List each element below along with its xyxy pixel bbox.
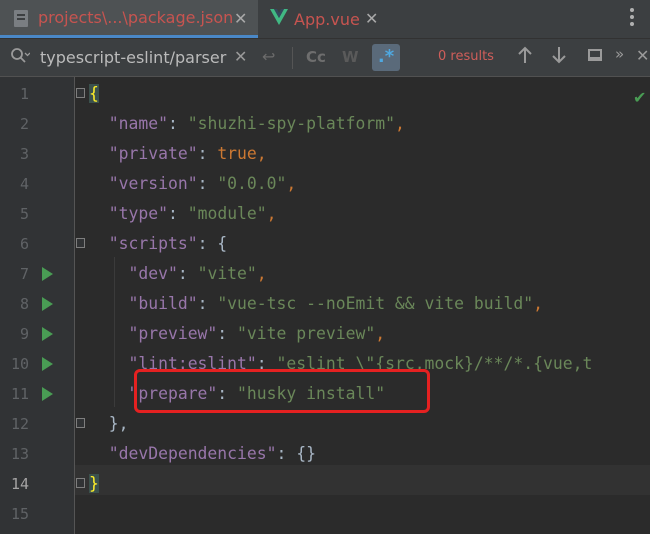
json-string: "module" (187, 204, 267, 223)
brace: }, (108, 414, 129, 433)
json-key: "preview" (128, 324, 218, 343)
json-boolean: true (217, 144, 257, 163)
line-number: 15 (10, 505, 29, 523)
code-line: 9 "preview": "vite preview", (0, 319, 650, 349)
line-number: 8 (19, 295, 29, 313)
tab-app-vue[interactable]: App.vue ✕ (266, 0, 386, 38)
line-number: 1 (19, 85, 29, 103)
close-icon[interactable]: ✕ (636, 46, 649, 65)
code-line: 14 } (0, 469, 650, 499)
match-case-button[interactable]: Cc (306, 48, 326, 66)
close-icon[interactable]: ✕ (365, 9, 378, 28)
code-editor[interactable]: ✔ 1 { 2 "name": "shuzhi-spy-platform", 3… (0, 77, 650, 534)
line-number: 12 (10, 415, 29, 433)
find-bar: ✕ ↩ Cc W .* 0 results » ✕ (0, 39, 650, 77)
brace: { (89, 84, 99, 103)
run-script-icon[interactable] (42, 327, 53, 341)
json-key: "name" (108, 114, 168, 133)
fold-icon[interactable] (76, 238, 85, 248)
arrow-down-icon[interactable] (552, 46, 566, 68)
fold-icon[interactable] (76, 478, 85, 488)
search-icon[interactable] (10, 47, 31, 69)
line-number: 3 (19, 145, 29, 163)
json-key: "private" (108, 144, 198, 163)
code-line: 5 "type": "module", (0, 199, 650, 229)
new-line-icon[interactable]: ↩ (262, 47, 275, 66)
line-number: 6 (19, 235, 29, 253)
json-string: "shuzhi-spy-platform" (187, 114, 395, 133)
run-script-icon[interactable] (42, 267, 53, 281)
line-number: 10 (10, 355, 29, 373)
json-object: {} (296, 444, 317, 463)
json-string: "vite preview" (237, 324, 376, 343)
fold-icon[interactable] (76, 418, 85, 428)
json-key: "version" (108, 174, 198, 193)
code-line: 3 "private": true, (0, 139, 650, 169)
editor-tab-bar: projects\...\package.json ✕ App.vue ✕ (0, 0, 650, 39)
line-number: 2 (19, 115, 29, 133)
line-number: 7 (19, 265, 29, 283)
json-key: "scripts" (108, 234, 198, 253)
json-key: "build" (128, 294, 198, 313)
tab-label: App.vue (294, 9, 360, 29)
tab-label: projects\...\package.json (38, 8, 234, 27)
run-script-icon[interactable] (42, 357, 53, 371)
json-key: "type" (108, 204, 168, 223)
line-number: 11 (10, 385, 29, 403)
run-script-icon[interactable] (42, 387, 53, 401)
line-number: 4 (19, 175, 29, 193)
json-string: "0.0.0" (217, 174, 287, 193)
whole-word-button[interactable]: W (342, 48, 359, 66)
json-key: "dev" (128, 264, 178, 283)
code-line: 13 "devDependencies": {} (0, 439, 650, 469)
search-input[interactable] (40, 47, 230, 67)
highlight-annotation-box (134, 369, 430, 413)
arrow-up-icon[interactable] (518, 46, 532, 68)
brace: } (89, 474, 99, 493)
more-options-icon[interactable]: » (615, 45, 624, 63)
code-line: 1 { (0, 79, 650, 109)
open-in-window-icon[interactable] (588, 49, 602, 61)
fold-icon[interactable] (76, 88, 85, 98)
regex-button[interactable]: .* (372, 44, 400, 71)
vue-icon (270, 9, 288, 25)
clear-search-icon[interactable]: ✕ (234, 47, 247, 66)
json-string: "vue-tsc --noEmit && vite build" (217, 294, 534, 313)
json-key: "devDependencies" (108, 444, 277, 463)
toolbar-divider (292, 47, 293, 69)
code-line: 12 }, (0, 409, 650, 439)
line-number: 9 (19, 325, 29, 343)
line-number: 14 (10, 475, 29, 493)
line-number: 13 (10, 445, 29, 463)
code-line: 4 "version": "0.0.0", (0, 169, 650, 199)
tab-package-json[interactable]: projects\...\package.json ✕ (0, 0, 258, 38)
close-icon[interactable]: ✕ (234, 9, 247, 28)
code-line: 2 "name": "shuzhi-spy-platform", (0, 109, 650, 139)
run-script-icon[interactable] (42, 297, 53, 311)
json-string: "vite" (197, 264, 257, 283)
more-tabs-icon[interactable] (630, 8, 634, 29)
code-line: 15 (0, 499, 650, 529)
code-line: 7 "dev": "vite", (0, 259, 650, 289)
code-line: 6 "scripts": { (0, 229, 650, 259)
line-number: 5 (19, 205, 29, 223)
results-count: 0 results (438, 49, 494, 64)
code-line: 8 "build": "vue-tsc --noEmit && vite bui… (0, 289, 650, 319)
json-file-icon (14, 10, 28, 27)
